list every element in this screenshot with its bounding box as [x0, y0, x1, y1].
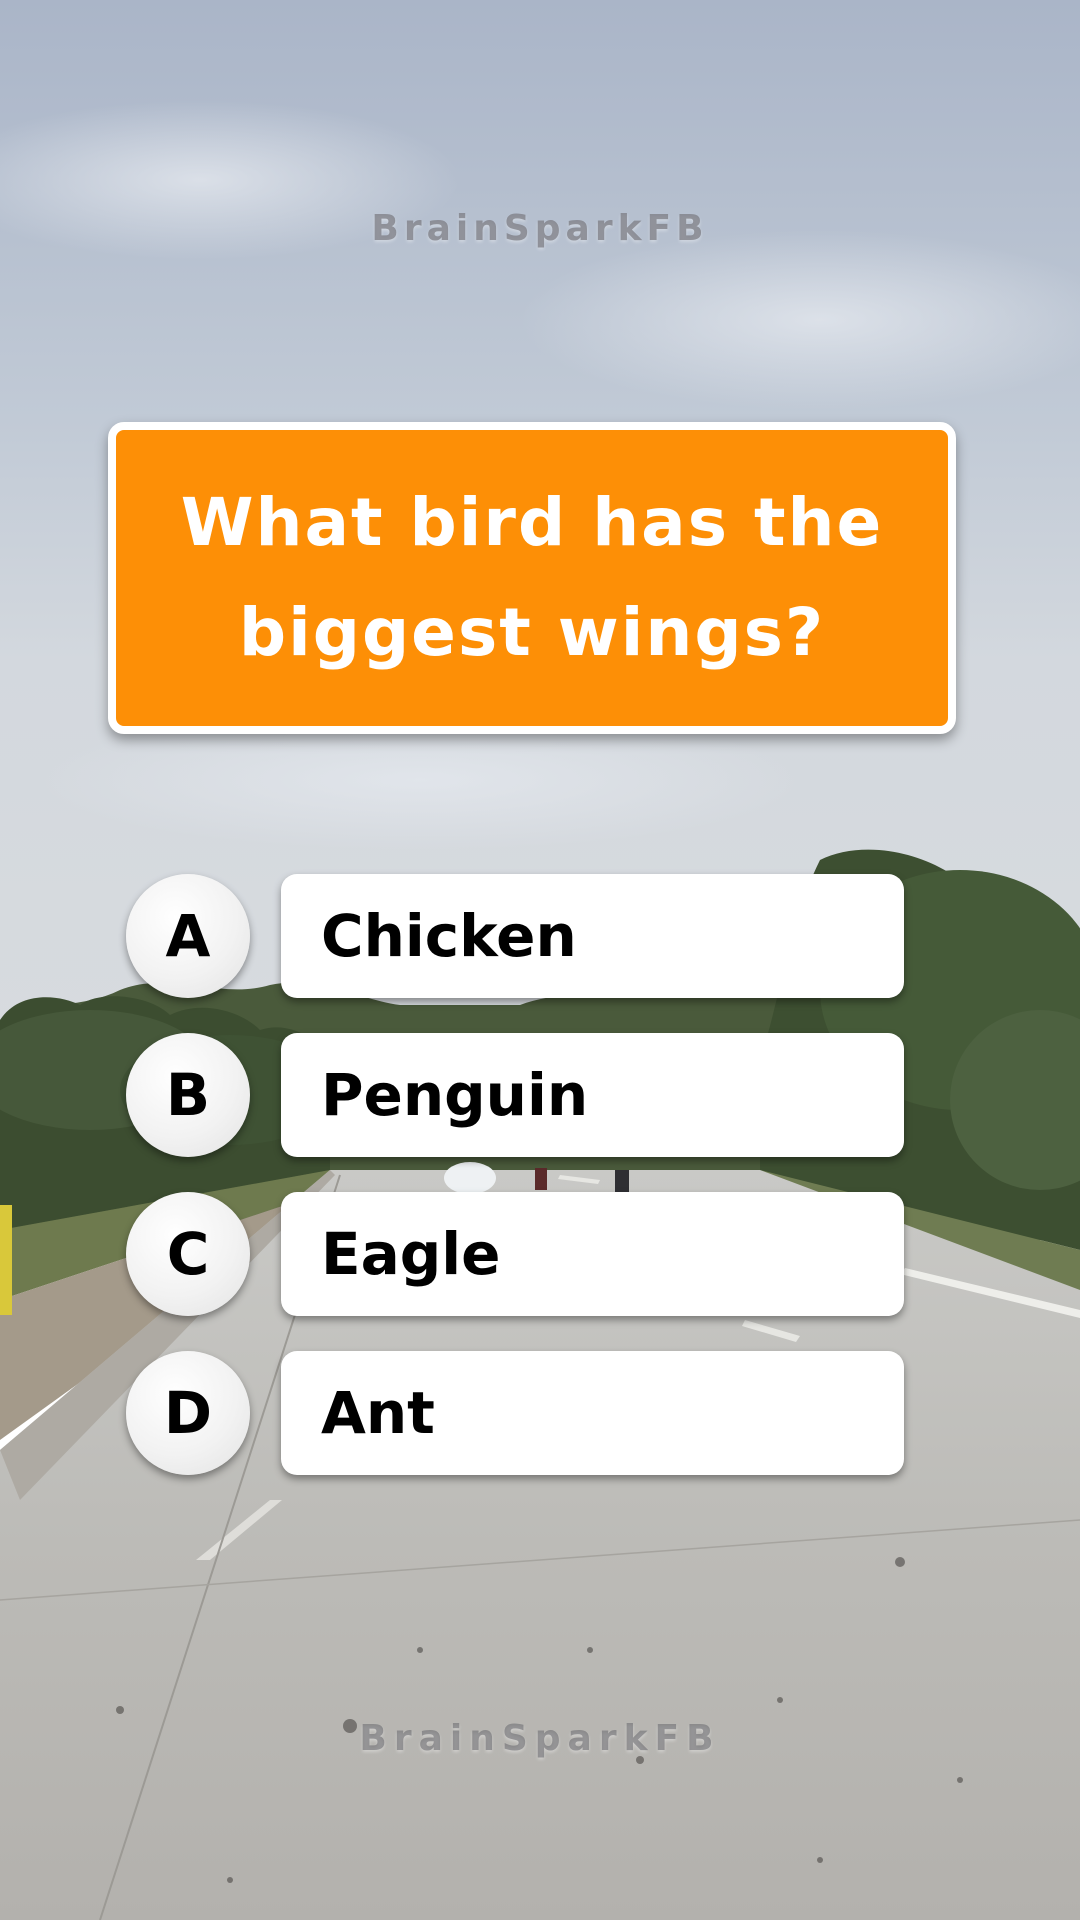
- question-card: What bird has the biggest wings?: [108, 422, 956, 734]
- question-text: What bird has the biggest wings?: [180, 484, 884, 671]
- option-answer-button[interactable]: Chicken: [281, 874, 904, 998]
- watermark-bottom: BrainSparkFB: [359, 1718, 721, 1759]
- option-letter-badge: A: [126, 874, 250, 998]
- option-answer-button[interactable]: Penguin: [281, 1033, 904, 1157]
- option-letter-badge: B: [126, 1033, 250, 1157]
- option-letter-badge: D: [126, 1351, 250, 1475]
- option-letter-badge: C: [126, 1192, 250, 1316]
- option-answer-button[interactable]: Ant: [281, 1351, 904, 1475]
- option-answer-button[interactable]: Eagle: [281, 1192, 904, 1316]
- option-b[interactable]: B Penguin: [126, 1033, 904, 1159]
- option-a[interactable]: A Chicken: [126, 874, 904, 1000]
- option-c[interactable]: C Eagle: [126, 1192, 904, 1318]
- option-d[interactable]: D Ant: [126, 1351, 904, 1477]
- watermark-top: BrainSparkFB: [371, 208, 709, 249]
